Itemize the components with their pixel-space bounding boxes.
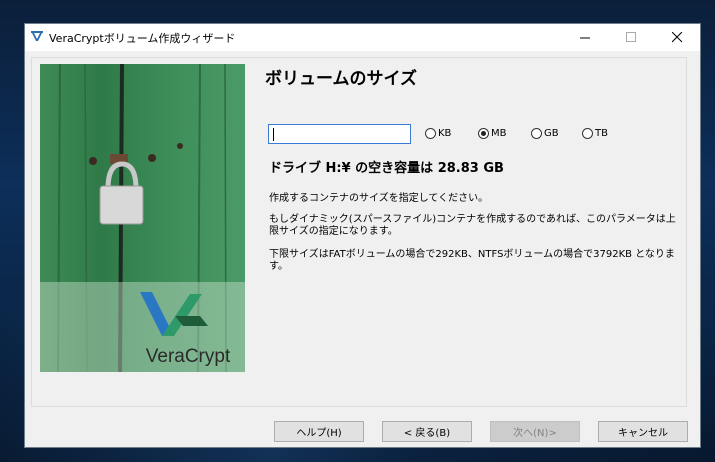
unit-radio-mb[interactable]: MB (478, 128, 507, 139)
close-icon (671, 32, 682, 43)
minimize-button[interactable] (562, 24, 608, 51)
radio-gb[interactable] (531, 128, 542, 139)
veracrypt-app-icon (31, 31, 43, 41)
radio-kb[interactable] (425, 128, 436, 139)
veracrypt-logo-text: VeraCrypt (146, 346, 231, 367)
unit-radio-kb[interactable]: KB (425, 128, 451, 139)
radio-gb-label: GB (544, 128, 559, 139)
cancel-button[interactable]: キャンセル (598, 421, 688, 442)
unit-radio-gb[interactable]: GB (531, 128, 559, 139)
minimize-icon (579, 37, 590, 39)
page-title: ボリュームのサイズ (265, 69, 417, 89)
free-space-label: ドライブ H:¥ の空き容量は 28.83 GB (269, 161, 504, 176)
wizard-side-image: VeraCrypt (40, 64, 245, 372)
instruction-text: 作成するコンテナのサイズを指定してください。 (269, 193, 489, 204)
radio-mb-label: MB (491, 128, 507, 139)
minimum-size-note: 下限サイズはFATボリュームの場合で292KB、NTFSボリュームの場合で379… (269, 249, 675, 272)
next-button[interactable]: 次へ(N)> (490, 421, 580, 442)
maximize-icon (625, 32, 636, 42)
padlock-door-image: VeraCrypt (40, 64, 245, 372)
radio-tb-label: TB (595, 128, 608, 139)
radio-mb[interactable] (478, 128, 489, 139)
wizard-window: VeraCryptボリューム作成ウィザード VeraCrypt ボリュームのサイ… (24, 23, 701, 448)
dynamic-container-note: もしダイナミック(スパースファイル)コンテナを作成するのであれば、このパラメータ… (269, 214, 676, 237)
unit-radio-tb[interactable]: TB (582, 128, 608, 139)
window-title: VeraCryptボリューム作成ウィザード (49, 32, 236, 45)
close-button[interactable] (654, 24, 700, 51)
back-button[interactable]: < 戻る(B) (382, 421, 472, 442)
radio-kb-label: KB (438, 128, 452, 139)
title-bar: VeraCryptボリューム作成ウィザード (25, 24, 700, 51)
text-caret (273, 128, 274, 141)
help-button[interactable]: ヘルプ(H) (274, 421, 364, 442)
volume-size-input[interactable] (268, 124, 411, 144)
maximize-button[interactable] (608, 24, 654, 51)
radio-tb[interactable] (582, 128, 593, 139)
